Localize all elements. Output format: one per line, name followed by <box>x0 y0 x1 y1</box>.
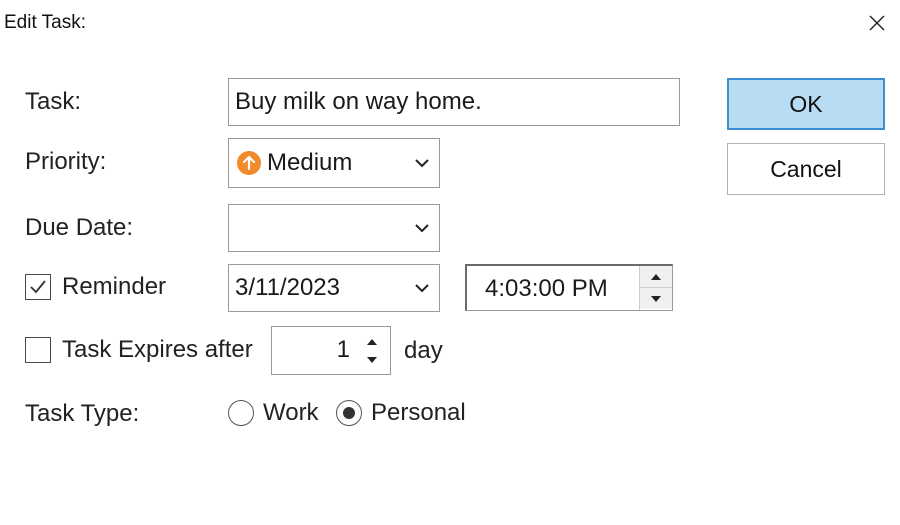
chevron-down-icon <box>405 223 439 233</box>
priority-dropdown[interactable]: Medium <box>228 138 440 188</box>
title-bar: Edit Task: <box>0 0 900 46</box>
checkmark-icon <box>30 280 46 294</box>
due-date-dropdown[interactable] <box>228 204 440 252</box>
time-up-button[interactable] <box>640 266 672 288</box>
task-type-personal-label: Personal <box>371 399 466 426</box>
triangle-up-icon <box>651 273 661 280</box>
task-type-label: Task Type: <box>25 400 140 427</box>
due-date-label: Due Date: <box>25 214 134 241</box>
priority-value: Medium <box>267 149 353 176</box>
chevron-down-icon <box>405 158 439 168</box>
expires-up-button[interactable] <box>362 335 382 349</box>
reminder-date-value: 3/11/2023 <box>235 274 340 301</box>
expires-spinner <box>354 327 390 375</box>
task-type-work-radio[interactable] <box>228 400 254 426</box>
reminder-date-dropdown[interactable]: 3/11/2023 <box>228 264 440 312</box>
triangle-down-icon <box>651 295 661 302</box>
time-down-button[interactable] <box>640 288 672 309</box>
reminder-label: Reminder <box>62 273 167 300</box>
task-type-work-label: Work <box>263 399 319 426</box>
priority-up-arrow-icon <box>237 151 261 175</box>
triangle-up-icon <box>367 339 377 345</box>
expires-label: Task Expires after <box>62 336 253 363</box>
chevron-down-icon <box>405 283 439 293</box>
edit-task-dialog: Edit Task: Task: Buy milk on way home. P… <box>0 0 900 525</box>
radio-selected-dot <box>343 407 355 419</box>
close-button[interactable] <box>854 0 900 46</box>
time-spinner <box>639 266 672 310</box>
expires-days-input[interactable]: 1 <box>271 326 391 375</box>
reminder-time-input[interactable]: 4:03:00 PM <box>465 264 673 311</box>
reminder-checkbox[interactable] <box>25 274 51 300</box>
expires-days-value: 1 <box>336 336 350 363</box>
reminder-time-value: 4:03:00 PM <box>485 275 608 302</box>
triangle-down-icon <box>367 357 377 363</box>
task-input[interactable]: Buy milk on way home. <box>228 78 680 126</box>
task-type-personal-radio[interactable] <box>336 400 362 426</box>
expires-checkbox[interactable] <box>25 337 51 363</box>
task-label: Task: <box>25 88 82 115</box>
ok-button[interactable]: OK <box>727 78 885 130</box>
expires-unit-label: day <box>404 337 443 364</box>
cancel-button[interactable]: Cancel <box>727 143 885 195</box>
expires-down-button[interactable] <box>362 353 382 367</box>
close-icon <box>869 15 885 31</box>
priority-label: Priority: <box>25 148 107 175</box>
window-title: Edit Task: <box>4 12 87 33</box>
